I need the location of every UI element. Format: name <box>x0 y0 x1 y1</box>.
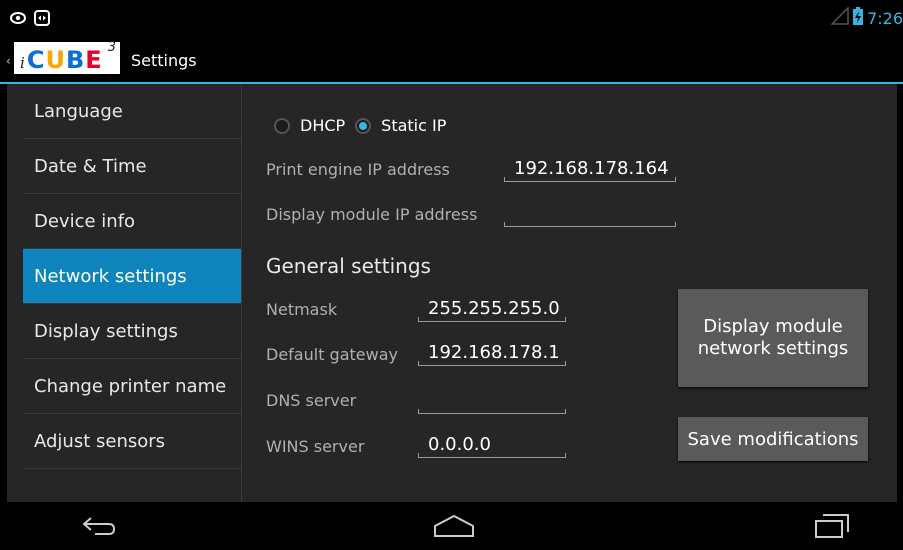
logo-superscript: 3 <box>107 40 116 55</box>
print-engine-ip-label: Print engine IP address <box>266 160 450 179</box>
action-bar: ‹ i C U B E 3 Settings <box>0 34 903 84</box>
page-title: Settings <box>131 51 197 70</box>
dhcp-radio[interactable] <box>274 117 290 134</box>
print-engine-ip-value: 192.168.178.164 <box>514 158 669 179</box>
logo-letter: U <box>45 46 66 74</box>
dns-server-label: DNS server <box>266 391 357 410</box>
sidebar-item-label: Language <box>34 100 123 122</box>
network-settings-panel: DHCP Static IP Print engine IP address 1… <box>266 84 896 502</box>
general-settings-heading: General settings <box>266 254 431 278</box>
status-bar: 7:26 <box>0 0 903 34</box>
display-module-ip-field[interactable] <box>504 201 676 227</box>
signal-icon <box>830 6 849 29</box>
sidebar-item-label: Date & Time <box>34 155 147 177</box>
netmask-field[interactable]: 255.255.255.0 <box>418 296 566 322</box>
sidebar-item-change-printer-name[interactable]: Change printer name <box>23 359 241 414</box>
default-gateway-field[interactable]: 192.168.178.1 <box>418 340 566 366</box>
screen-rotate-icon <box>34 10 50 26</box>
up-caret-icon[interactable]: ‹ <box>6 54 11 68</box>
static-ip-label[interactable]: Static IP <box>381 116 446 135</box>
logo-letter: E <box>85 46 103 74</box>
static-ip-radio[interactable] <box>355 117 372 134</box>
home-icon[interactable] <box>424 510 484 542</box>
display-module-ip-label: Display module IP address <box>266 205 478 224</box>
sidebar-item-label: Display settings <box>34 320 178 342</box>
recent-apps-icon[interactable] <box>802 510 862 542</box>
dhcp-label[interactable]: DHCP <box>300 116 345 135</box>
settings-sidebar: Language Date & Time Device info Network… <box>23 84 241 502</box>
default-gateway-value: 192.168.178.1 <box>428 342 560 363</box>
netmask-value: 255.255.255.0 <box>428 298 560 319</box>
netmask-label: Netmask <box>266 300 338 319</box>
wins-server-label: WINS server <box>266 437 365 456</box>
dns-server-field[interactable] <box>418 388 566 414</box>
sidebar-item-display-settings[interactable]: Display settings <box>23 304 241 359</box>
ip-mode-radio-group: DHCP Static IP <box>274 116 456 135</box>
sidebar-item-network-settings[interactable]: Network settings <box>23 249 241 304</box>
logo-i: i <box>20 54 25 72</box>
print-engine-ip-field[interactable]: 192.168.178.164 <box>504 156 676 182</box>
panel-divider <box>241 84 242 502</box>
sidebar-item-adjust-sensors[interactable]: Adjust sensors <box>23 414 241 469</box>
logo-letter: B <box>65 46 86 74</box>
clock: 7:26 <box>867 8 903 28</box>
save-modifications-button[interactable]: Save modifications <box>678 417 868 461</box>
sidebar-item-date-time[interactable]: Date & Time <box>23 139 241 194</box>
wins-server-field[interactable]: 0.0.0.0 <box>418 432 566 458</box>
back-icon[interactable] <box>69 510 129 542</box>
settings-content: Language Date & Time Device info Network… <box>7 84 897 502</box>
cube3-logo[interactable]: i C U B E 3 <box>14 40 120 74</box>
battery-charging-icon <box>853 7 864 29</box>
sidebar-item-label: Network settings <box>34 265 187 287</box>
sidebar-item-label: Adjust sensors <box>34 430 166 452</box>
wins-server-value: 0.0.0.0 <box>428 434 491 455</box>
sidebar-item-label: Change printer name <box>34 375 227 397</box>
sidebar-item-label: Device info <box>34 210 136 232</box>
display-module-network-settings-button[interactable]: Display module network settings <box>678 289 868 387</box>
sidebar-item-device-info[interactable]: Device info <box>23 194 241 249</box>
navigation-bar <box>0 502 903 550</box>
eye-icon <box>10 10 26 26</box>
default-gateway-label: Default gateway <box>266 345 398 364</box>
sidebar-item-language[interactable]: Language <box>23 84 241 139</box>
logo-letter: C <box>26 46 46 74</box>
